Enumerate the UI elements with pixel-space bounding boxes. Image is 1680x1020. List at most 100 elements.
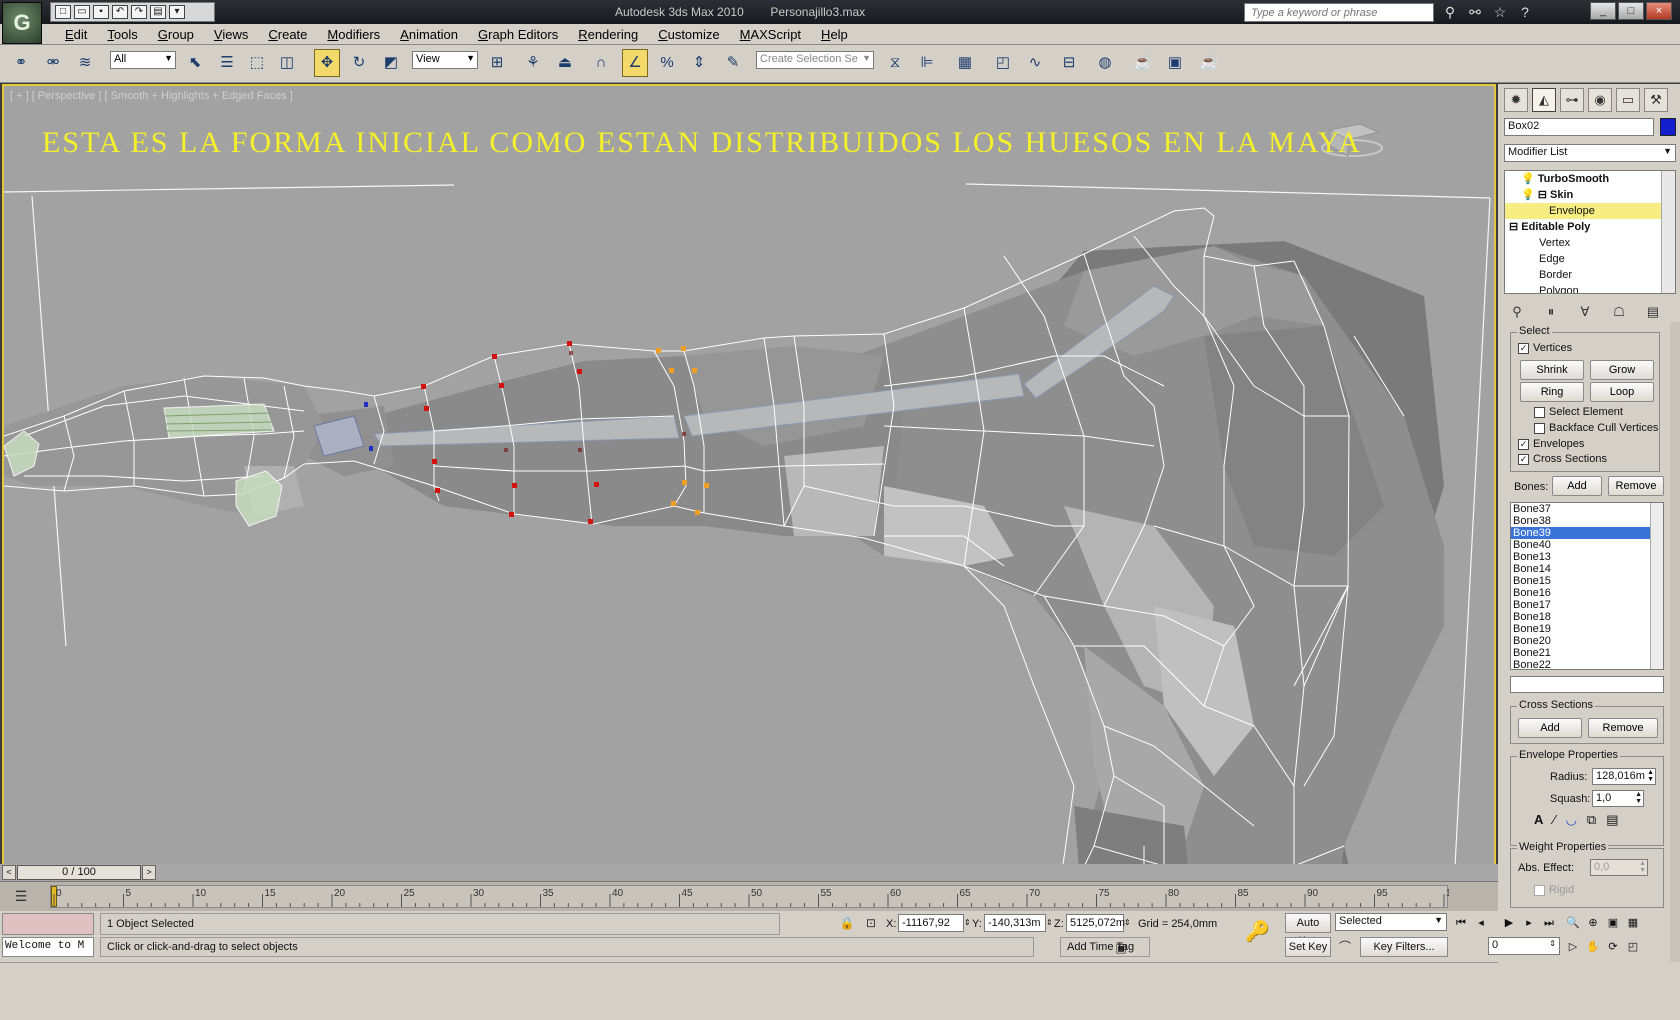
modifier-list-dropdown[interactable]: Modifier List ▼ (1504, 144, 1676, 162)
stack-item-turbosmooth[interactable]: 💡 TurboSmooth (1505, 171, 1675, 187)
stack-item-polygon[interactable]: Polygon (1505, 283, 1675, 293)
object-name-field[interactable]: Box02 (1504, 118, 1654, 136)
close-button[interactable]: × (1646, 2, 1672, 20)
envelope-visible-icon[interactable]: ⁄ (1553, 812, 1555, 828)
squash-spinner[interactable]: 1,0 ▲ ▼ (1592, 790, 1644, 807)
bone-item[interactable]: Bone22 (1511, 659, 1663, 669)
stack-item-skin[interactable]: 💡 ⊟ Skin (1505, 187, 1675, 203)
add-bone-button[interactable]: Add (1552, 476, 1602, 496)
edit-named-selection-icon[interactable]: ✎ (720, 49, 746, 77)
help-search-input[interactable] (1244, 3, 1434, 22)
previous-frame-icon[interactable]: < (2, 865, 16, 880)
cross-sections-remove-button[interactable]: Remove (1588, 718, 1658, 738)
spinner-arrows-icon[interactable]: ⇕ (1549, 939, 1556, 948)
remove-modifier-icon[interactable]: ☖ (1608, 302, 1630, 322)
time-slider-thumb[interactable]: 0 / 100 (17, 865, 141, 880)
cross-sections-checkbox[interactable]: ✓ Cross Sections (1518, 453, 1607, 465)
add-time-tag-button[interactable]: Add Time Tag (1060, 937, 1150, 957)
bone-item[interactable]: Bone17 (1511, 599, 1663, 611)
open-folder-icon[interactable]: ▭ (74, 5, 90, 19)
maxscript-listener-field[interactable]: Welcome to M (2, 937, 94, 957)
menu-help[interactable]: Help (811, 27, 858, 42)
menu-rendering[interactable]: Rendering (568, 27, 648, 42)
menu-edit[interactable]: Edit (55, 27, 97, 42)
set-key-tangent-icon[interactable]: ⌒ (1336, 938, 1354, 956)
favorites-icon[interactable]: ☆ (1490, 2, 1510, 22)
absolute-radius-icon[interactable]: A (1534, 812, 1543, 828)
menu-customize[interactable]: Customize (648, 27, 729, 42)
next-frame-icon[interactable]: > (142, 865, 156, 880)
play-icon[interactable]: ▶ (1500, 913, 1518, 933)
mirror-icon[interactable]: ⧖ (882, 49, 908, 77)
bone-item[interactable]: Bone37 (1511, 503, 1663, 515)
bone-item[interactable]: Bone20 (1511, 635, 1663, 647)
help-icon[interactable]: ? (1515, 2, 1535, 22)
bone-item[interactable]: Bone40 (1511, 539, 1663, 551)
snaps-toggle-icon[interactable]: ∩ (588, 49, 614, 77)
y-spinner-arrows-icon[interactable]: ⇕ (1046, 918, 1053, 927)
reference-coordinate-dropdown[interactable]: View ▼ (412, 51, 478, 69)
y-coordinate-field[interactable]: -140,313m (984, 914, 1046, 932)
link-icon[interactable]: ⚭ (8, 49, 34, 77)
render-setup-icon[interactable]: ☕ (1130, 49, 1156, 77)
maxscript-mini-listener[interactable] (2, 913, 94, 935)
zoom-all-icon[interactable]: ⊕ (1584, 913, 1602, 933)
key-mode-dropdown[interactable]: Selected ▼ (1335, 913, 1447, 931)
save-icon[interactable]: ▪ (93, 5, 109, 19)
schematic-view-icon[interactable]: ⊟ (1056, 49, 1082, 77)
lock-selection-icon[interactable]: 🔒 (838, 914, 856, 932)
pin-stack-icon[interactable]: ⚲ (1506, 302, 1528, 322)
show-end-result-icon[interactable]: ⏸ (1540, 302, 1562, 322)
rigid-checkbox[interactable]: Rigid (1534, 884, 1574, 896)
spinner-snap-icon[interactable]: ⇕ (686, 49, 712, 77)
bone-item[interactable]: Bone15 (1511, 575, 1663, 587)
quick-render-icon[interactable]: ☕ (1196, 49, 1222, 77)
display-tab-icon[interactable]: ▭ (1616, 88, 1640, 112)
transform-mode-icon[interactable]: ⊡ (862, 914, 880, 932)
abs-effect-spinner[interactable]: 0,0 ▲ ▼ (1590, 859, 1648, 876)
track-area[interactable]: 0 5 10 15 20 25 30 35 40 45 50 55 60 65 70 75 80 85 90 95 10… (50, 885, 1449, 908)
bone-item[interactable]: Bone21 (1511, 647, 1663, 659)
falloff-curve-icon[interactable]: ◡ (1566, 812, 1577, 828)
menu-tools[interactable]: Tools (97, 27, 147, 42)
rendered-frame-window-icon[interactable]: ▣ (1162, 49, 1188, 77)
select-and-rotate-icon[interactable]: ↻ (346, 49, 372, 77)
bone-item[interactable]: Bone16 (1511, 587, 1663, 599)
perspective-viewport[interactable]: [ + ] [ Perspective ] [ Smooth + Highlig… (2, 84, 1496, 927)
backface-cull-checkbox[interactable]: Backface Cull Vertices (1534, 422, 1658, 434)
percent-snap-icon[interactable]: % (654, 49, 680, 77)
remove-bone-button[interactable]: Remove (1608, 476, 1664, 496)
utilities-tab-icon[interactable]: ⚒ (1644, 88, 1668, 112)
menu-graph-editors[interactable]: Graph Editors (468, 27, 568, 42)
zoom-icon[interactable]: 🔍 (1564, 913, 1582, 933)
rectangle-selection-icon[interactable]: ⬚ (244, 49, 270, 77)
redo-icon[interactable]: ↷ (131, 5, 147, 19)
menu-modifiers[interactable]: Modifiers (317, 27, 390, 42)
undo-icon[interactable]: ↶ (112, 5, 128, 19)
radius-spinner[interactable]: 128,016m ▲ ▼ (1592, 768, 1656, 785)
stack-item-border[interactable]: Border (1505, 267, 1675, 283)
stack-item-envelope[interactable]: Envelope (1505, 203, 1675, 219)
motion-tab-icon[interactable]: ◉ (1588, 88, 1612, 112)
project-folder-icon[interactable]: ▤ (150, 5, 166, 19)
select-and-scale-icon[interactable]: ◩ (378, 49, 404, 77)
named-selection-dropdown[interactable]: Create Selection Se ▼ (756, 51, 874, 69)
cross-sections-add-button[interactable]: Add (1518, 718, 1582, 738)
stack-item-vertex[interactable]: Vertex (1505, 235, 1675, 251)
window-crossing-icon[interactable]: ◫ (274, 49, 300, 77)
envelopes-checkbox[interactable]: ✓ Envelopes (1518, 438, 1584, 450)
z-coordinate-field[interactable]: 5125,072m (1066, 914, 1125, 932)
menu-views[interactable]: Views (204, 27, 258, 42)
graphite-modeling-icon[interactable]: ◰ (990, 49, 1016, 77)
align-icon[interactable]: ⊫ (914, 49, 940, 77)
menu-maxscript[interactable]: MAXScript (730, 27, 811, 42)
zoom-extents-icon[interactable]: ▣ (1604, 913, 1622, 933)
maximize-button[interactable]: □ (1618, 2, 1644, 20)
maximize-viewport-icon[interactable]: ◰ (1624, 937, 1642, 957)
menu-create[interactable]: Create (258, 27, 317, 42)
new-file-icon[interactable]: □ (55, 5, 71, 19)
collapse-icon[interactable]: ⊟ (1509, 221, 1518, 233)
mini-curve-editor-icon[interactable]: ☰ (10, 885, 32, 907)
stack-item-editable-poly[interactable]: ⊟ Editable Poly (1505, 219, 1675, 235)
make-unique-icon[interactable]: ∀ (1574, 302, 1596, 322)
